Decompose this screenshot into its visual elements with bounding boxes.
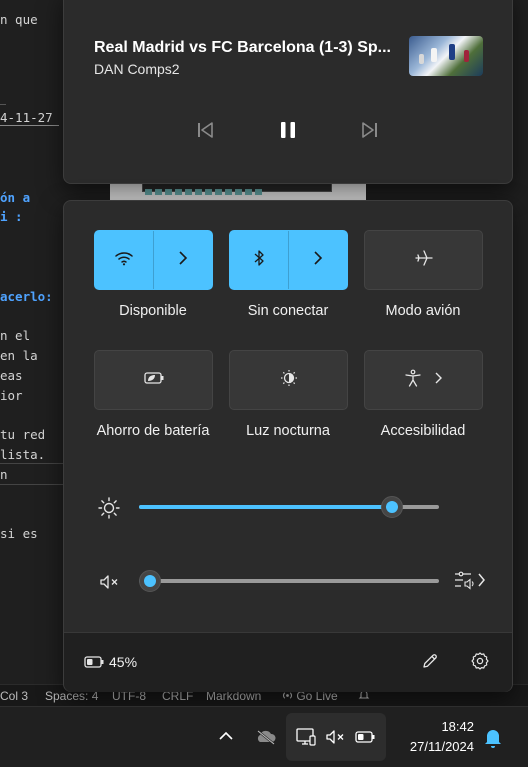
wifi-tile-label: Disponible <box>119 303 187 319</box>
media-artist: DAN Comps2 <box>94 61 180 77</box>
audio-mixer-icon <box>453 569 487 596</box>
gear-icon <box>470 651 490 676</box>
quick-settings-footer: 45% <box>64 632 512 692</box>
accessibility-label: Accesibilidad <box>380 423 466 439</box>
system-tray-quick-settings-button[interactable] <box>286 713 386 761</box>
volume-thumb[interactable] <box>139 570 161 592</box>
show-hidden-icons-button[interactable] <box>214 725 238 749</box>
pause-icon <box>277 119 299 146</box>
settings-button[interactable] <box>468 651 492 675</box>
previous-track-button[interactable] <box>190 119 220 145</box>
night-light-tile[interactable] <box>229 350 348 410</box>
network-icon <box>294 725 318 749</box>
taskbar-clock-date[interactable]: 27/11/2024 <box>392 739 474 754</box>
brightness-fill <box>139 505 392 509</box>
quick-settings-flyout: Disponible Sin conectar Modo avión Ahorr… <box>63 200 513 692</box>
battery-icon[interactable] <box>82 653 106 671</box>
editor-line: tu red <box>0 427 46 442</box>
editor-line: n el <box>0 328 31 343</box>
previous-track-icon <box>195 120 215 145</box>
night-light-icon <box>280 369 298 392</box>
onedrive-offline-icon[interactable] <box>254 725 278 749</box>
brightness-thumb[interactable] <box>380 496 403 518</box>
battery-saver-icon <box>143 371 165 390</box>
battery-icon <box>353 725 377 749</box>
editor-line: i : <box>0 209 23 224</box>
brightness-slider[interactable] <box>139 496 439 521</box>
chevron-right-icon <box>434 371 443 389</box>
next-track-button[interactable] <box>355 119 385 145</box>
desktop-screen: n que 4-11-27 ón a i : acerlo: n el en l… <box>0 0 528 767</box>
editor-line: eas <box>0 368 23 383</box>
next-track-icon <box>360 120 380 145</box>
pause-button[interactable] <box>273 119 303 145</box>
accessibility-icon <box>404 369 422 392</box>
editor-line: ior <box>0 388 23 403</box>
wifi-tile <box>94 230 213 290</box>
wifi-icon <box>114 250 134 271</box>
brightness-icon <box>96 495 122 521</box>
status-cursor-position[interactable]: Col 3 <box>0 689 28 703</box>
audio-output-button[interactable] <box>450 568 490 596</box>
editor-separator <box>0 104 6 105</box>
editor-line: n <box>0 467 8 482</box>
airplane-icon <box>414 249 434 272</box>
battery-saver-tile[interactable] <box>94 350 213 410</box>
chevron-right-icon <box>313 250 323 270</box>
broadcast-icon <box>282 690 293 704</box>
airplane-mode-tile[interactable] <box>364 230 483 290</box>
battery-saver-label: Ahorro de batería <box>96 423 210 439</box>
chevron-up-icon <box>218 728 234 746</box>
taskbar: 18:42 27/11/2024 <box>0 706 528 767</box>
editor-line: acerlo: <box>0 289 53 304</box>
bluetooth-expand-button[interactable] <box>288 231 347 289</box>
editor-line: n que <box>0 12 38 27</box>
wifi-toggle-button[interactable] <box>95 231 153 289</box>
edit-quick-settings-button[interactable] <box>418 651 442 675</box>
night-light-label: Luz nocturna <box>246 423 330 439</box>
bluetooth-icon <box>252 249 266 272</box>
bluetooth-tile-label: Sin conectar <box>247 303 329 319</box>
editor-line: ón a <box>0 190 31 205</box>
bluetooth-toggle-button[interactable] <box>230 231 288 289</box>
bluetooth-tile <box>229 230 348 290</box>
battery-percentage: 45% <box>109 654 138 670</box>
speaker-muted-icon <box>323 725 347 749</box>
editor-separator <box>0 484 64 485</box>
notification-bell-icon[interactable] <box>481 726 505 750</box>
taskbar-clock-time[interactable]: 18:42 <box>400 719 474 734</box>
media-title: Real Madrid vs FC Barcelona (1-3) Sp... <box>94 39 391 56</box>
editor-line: 4-11-27 <box>0 110 59 126</box>
wifi-expand-button[interactable] <box>153 231 212 289</box>
speaker-muted-icon[interactable] <box>96 569 122 595</box>
accessibility-tile[interactable] <box>364 350 483 410</box>
editor-separator <box>0 463 64 464</box>
pencil-icon <box>421 652 439 675</box>
editor-line: lista. <box>0 447 46 462</box>
editor-line: si es <box>0 526 38 541</box>
volume-track <box>139 579 439 583</box>
editor-line: en la <box>0 348 38 363</box>
volume-slider[interactable] <box>139 570 439 595</box>
media-controls-flyout: Real Madrid vs FC Barcelona (1-3) Sp... … <box>63 0 513 184</box>
chevron-right-icon <box>178 250 188 270</box>
airplane-mode-label: Modo avión <box>385 303 461 319</box>
media-thumbnail[interactable] <box>409 36 483 76</box>
